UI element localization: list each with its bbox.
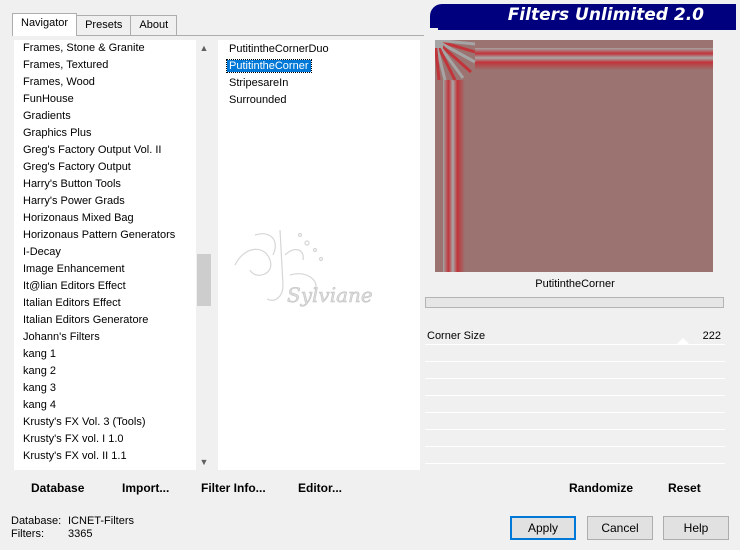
category-item[interactable]: kang 4 [14, 397, 212, 414]
category-item[interactable]: Image Enhancement [14, 261, 212, 278]
filter-item[interactable]: StripesareIn [218, 75, 420, 92]
param-row-empty [425, 379, 725, 396]
param-row-empty [425, 396, 725, 413]
category-item[interactable]: I-Decay [14, 244, 212, 261]
filter-item-label: PutitintheCornerDuo [229, 43, 329, 55]
reset-button[interactable]: Reset [668, 481, 701, 495]
category-item[interactable]: Harry's Button Tools [14, 176, 212, 193]
category-item[interactable]: Frames, Textured [14, 57, 212, 74]
param-label: Corner Size [427, 330, 486, 342]
filter-item[interactable]: Surrounded [218, 92, 420, 109]
category-item[interactable]: Gradients [14, 108, 212, 125]
watermark-text: Sylviane [287, 283, 373, 307]
param-row-empty [425, 413, 725, 430]
progress-bar [425, 297, 724, 308]
param-value: 222 [702, 330, 721, 342]
category-scrollbar[interactable]: ▲ ▼ [196, 40, 212, 470]
filter-item[interactable]: PutitintheCorner [218, 58, 420, 75]
cancel-button[interactable]: Cancel [587, 516, 653, 540]
randomize-button[interactable]: Randomize [569, 481, 633, 495]
category-item[interactable]: kang 1 [14, 346, 212, 363]
category-item[interactable]: Horizonaus Pattern Generators [14, 227, 212, 244]
editor-button[interactable]: Editor... [298, 481, 342, 495]
category-item[interactable]: FunHouse [14, 91, 212, 108]
category-item[interactable]: Krusty's FX vol. I 1.0 [14, 431, 212, 448]
category-item[interactable]: Graphics Plus [14, 125, 212, 142]
category-list[interactable]: Frames, Stone & Granite Frames, Textured F… [14, 40, 212, 470]
param-row-empty [425, 447, 725, 464]
effect-name: PutitintheCorner [425, 273, 725, 295]
slider-thumb-icon[interactable] [676, 338, 690, 345]
filter-item-label: PutitintheCorner [226, 59, 312, 73]
category-item[interactable]: Krusty's FX Vol. 3 (Tools) [14, 414, 212, 431]
database-label: Database: [11, 515, 62, 527]
database-value: ICNET-Filters [68, 515, 134, 527]
category-item[interactable]: Krusty's FX vol. II 1.1 [14, 448, 212, 465]
param-row-empty [425, 362, 725, 379]
scroll-up-icon[interactable]: ▲ [196, 40, 212, 56]
filters-count: 3365 [68, 528, 93, 540]
param-row-empty [425, 345, 725, 362]
parameter-list: Corner Size 222 [425, 328, 725, 464]
tab-about[interactable]: About [130, 15, 178, 35]
category-item[interactable]: Horizonaus Mixed Bag [14, 210, 212, 227]
category-item[interactable]: Harry's Power Grads [14, 193, 212, 210]
category-item[interactable]: It@lian Editors Effect [14, 278, 212, 295]
category-item[interactable]: Frames, Wood [14, 74, 212, 91]
category-item[interactable]: kang 2 [14, 363, 212, 380]
filter-item-label: Surrounded [229, 94, 287, 106]
param-row-corner-size[interactable]: Corner Size 222 [425, 328, 725, 345]
category-item[interactable]: Frames, Stone & Granite [14, 40, 212, 57]
category-item[interactable]: Johann's Filters [14, 329, 212, 346]
status-panel: Database: ICNET-Filters Filters: 3365 [11, 515, 134, 541]
category-item[interactable]: kang 3 [14, 380, 212, 397]
app-banner: Filters Unlimited 2.0 [430, 4, 736, 28]
scroll-thumb[interactable] [197, 254, 211, 306]
category-item[interactable]: Greg's Factory Output [14, 159, 212, 176]
left-toolbar: Database Import... Filter Info... Editor… [14, 474, 420, 501]
param-row-empty [425, 430, 725, 447]
tab-bar: Navigator Presets About [12, 13, 178, 36]
database-button[interactable]: Database [31, 481, 84, 495]
right-toolbar: Randomize Reset [425, 474, 725, 501]
tab-presets[interactable]: Presets [76, 15, 132, 35]
tab-navigator[interactable]: Navigator [12, 13, 78, 36]
scroll-down-icon[interactable]: ▼ [196, 454, 212, 470]
preview-image [435, 40, 713, 272]
import-button[interactable]: Import... [122, 481, 169, 495]
category-item[interactable]: Italian Editors Effect [14, 295, 212, 312]
apply-button[interactable]: Apply [510, 516, 576, 540]
filter-info-button[interactable]: Filter Info... [201, 481, 266, 495]
category-item[interactable]: Italian Editors Generatore [14, 312, 212, 329]
watermark-logo: Sylviane [234, 229, 373, 307]
category-item[interactable]: Greg's Factory Output Vol. II [14, 142, 212, 159]
filter-item[interactable]: PutitintheCornerDuo [218, 41, 420, 58]
filter-item-label: StripesareIn [229, 77, 289, 89]
help-button[interactable]: Help [663, 516, 729, 540]
banner-stripe [438, 28, 736, 30]
filters-label: Filters: [11, 528, 44, 540]
